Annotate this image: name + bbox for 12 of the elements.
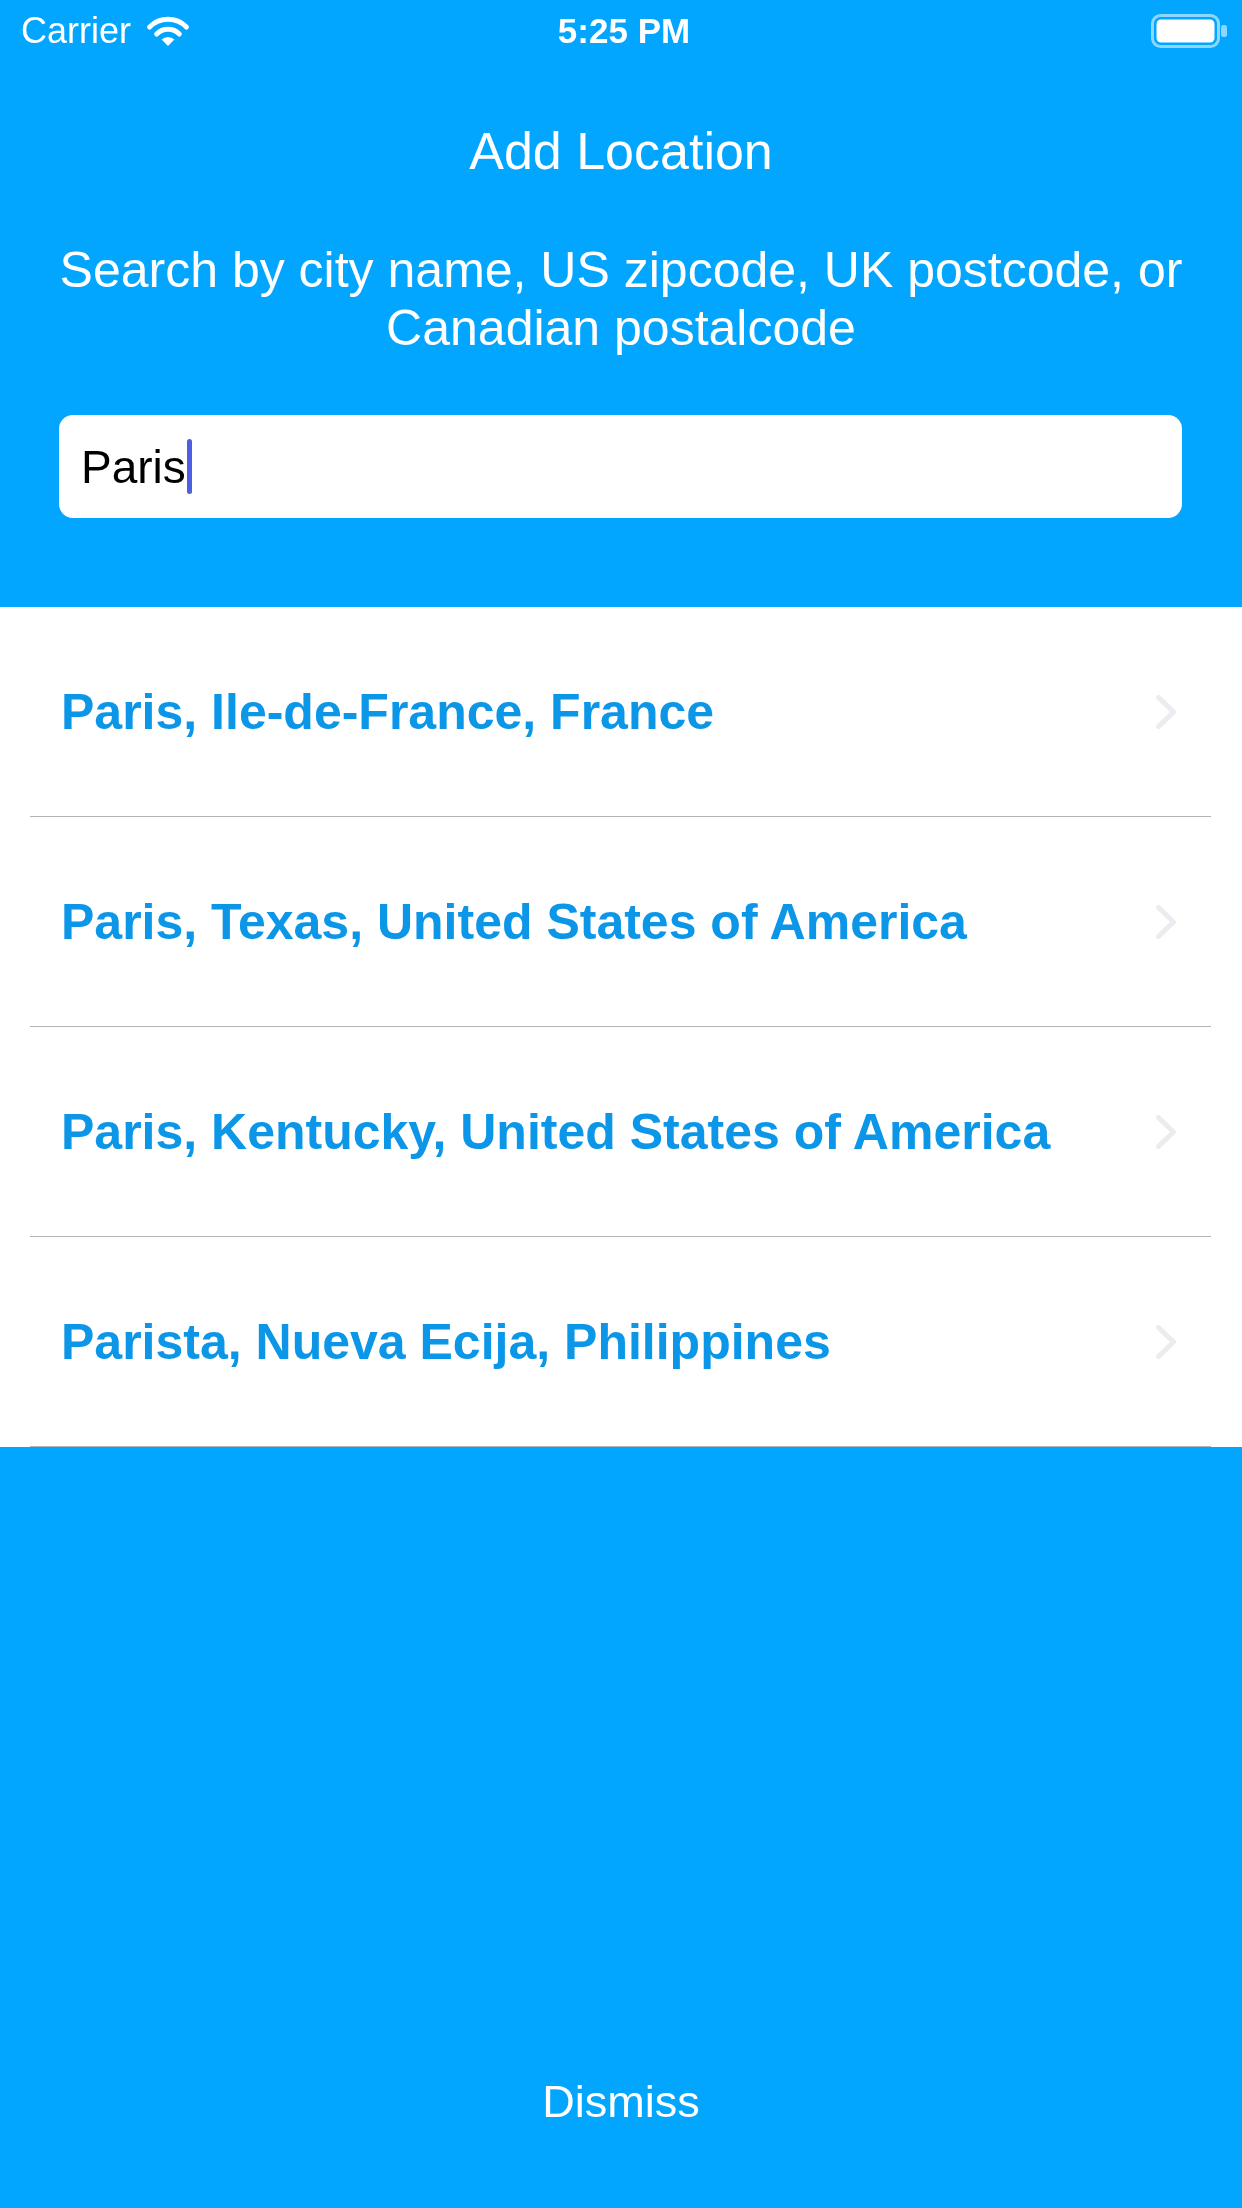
wifi-icon <box>145 14 191 48</box>
location-result[interactable]: Paris, Kentucky, United States of America <box>0 1027 1242 1237</box>
battery-icon <box>1151 14 1227 48</box>
location-result[interactable]: Paris, Texas, United States of America <box>0 817 1242 1027</box>
dismiss-button[interactable]: Dismiss <box>518 2062 724 2142</box>
page-title: Add Location <box>468 121 774 181</box>
carrier-label: Carrier <box>21 11 131 51</box>
location-result[interactable]: Parista, Nueva Ecija, Philippines <box>0 1237 1242 1447</box>
location-result[interactable]: Paris, Ile-de-France, France <box>0 607 1242 817</box>
search-field[interactable]: Paris <box>59 415 1182 518</box>
clock-time: 5:25 PM <box>557 11 691 51</box>
instruction-text: Search by city name, US zipcode, UK postcode, or Canadian postalcode <box>58 241 1184 357</box>
